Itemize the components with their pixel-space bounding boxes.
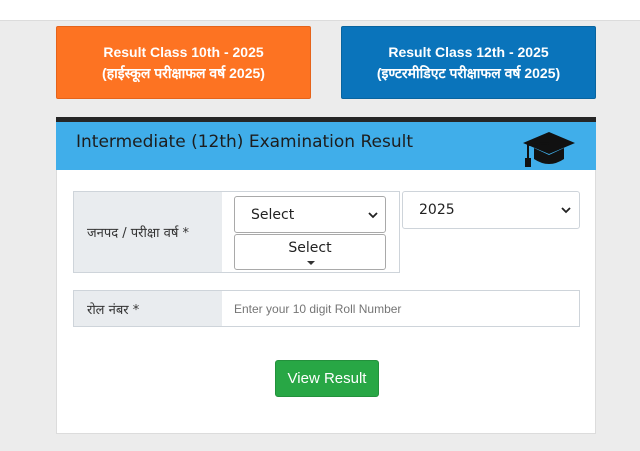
district-select-value: Select: [251, 206, 295, 223]
result-form-card: Intermediate (12th) Examination Result ज…: [56, 117, 596, 434]
class-12-title: Result Class 12th - 2025: [388, 43, 549, 60]
district-select[interactable]: Select: [234, 196, 386, 233]
roll-number-input[interactable]: [222, 290, 580, 327]
card-header: Intermediate (12th) Examination Result: [56, 117, 596, 170]
exam-group-select-value: Select: [288, 240, 332, 256]
result-class-10-link[interactable]: Result Class 10th - 2025 (हाईस्कूल परीक्…: [56, 26, 311, 99]
class-10-subtitle: (हाईस्कूल परीक्षाफल वर्ष 2025): [102, 64, 265, 81]
card-title: Intermediate (12th) Examination Result: [76, 132, 414, 152]
district-year-label: जनपद / परीक्षा वर्ष *: [73, 191, 223, 273]
roll-number-label: रोल नंबर *: [73, 290, 223, 327]
year-select-value: 2025: [419, 202, 455, 218]
graduation-cap-icon: [523, 132, 575, 167]
caret-down-icon: [307, 261, 315, 265]
year-select[interactable]: 2025: [402, 191, 580, 229]
result-class-12-link[interactable]: Result Class 12th - 2025 (इण्टरमीडिएट पर…: [341, 26, 596, 99]
exam-group-select[interactable]: Select: [234, 234, 386, 270]
class-10-title: Result Class 10th - 2025: [103, 43, 264, 60]
district-group-box: Select Select: [222, 191, 400, 273]
chevron-down-icon: [368, 212, 378, 219]
class-12-subtitle: (इण्टरमीडिएट परीक्षाफल वर्ष 2025): [376, 64, 561, 81]
chevron-down-icon: [561, 207, 571, 214]
top-bar: [0, 0, 640, 21]
view-result-button[interactable]: View Result: [275, 360, 379, 397]
